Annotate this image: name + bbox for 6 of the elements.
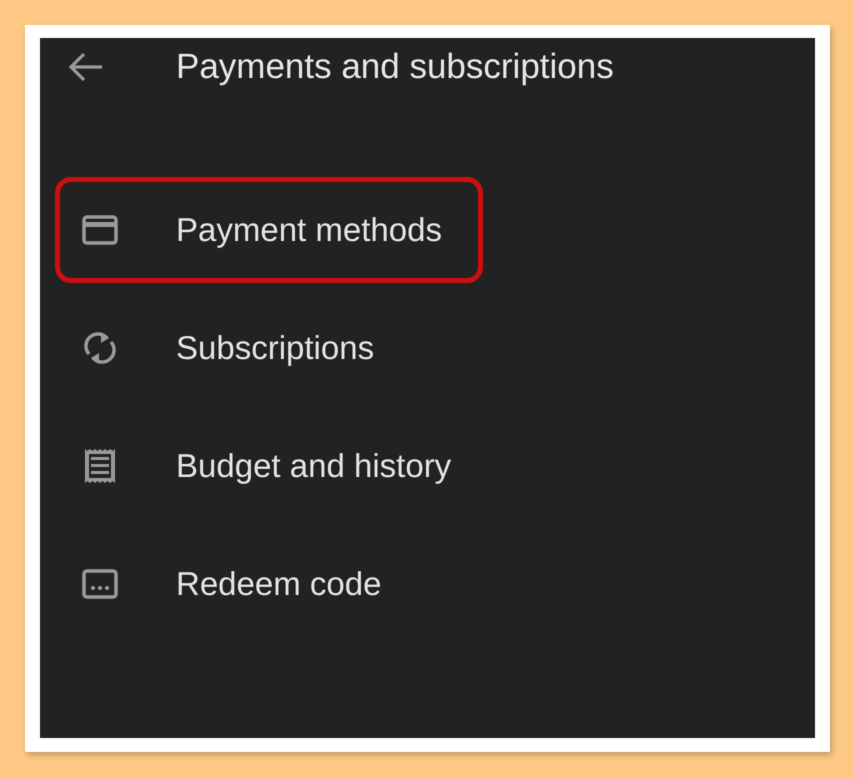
menu-item[interactable]: Payment methods xyxy=(55,177,483,283)
menu-item[interactable]: Redeem code xyxy=(55,531,422,637)
menu-item[interactable]: Subscriptions xyxy=(55,295,416,401)
page-title: Payments and subscriptions xyxy=(176,47,614,87)
menu-item[interactable]: Budget and history xyxy=(55,413,492,519)
back-arrow-icon xyxy=(68,52,104,82)
